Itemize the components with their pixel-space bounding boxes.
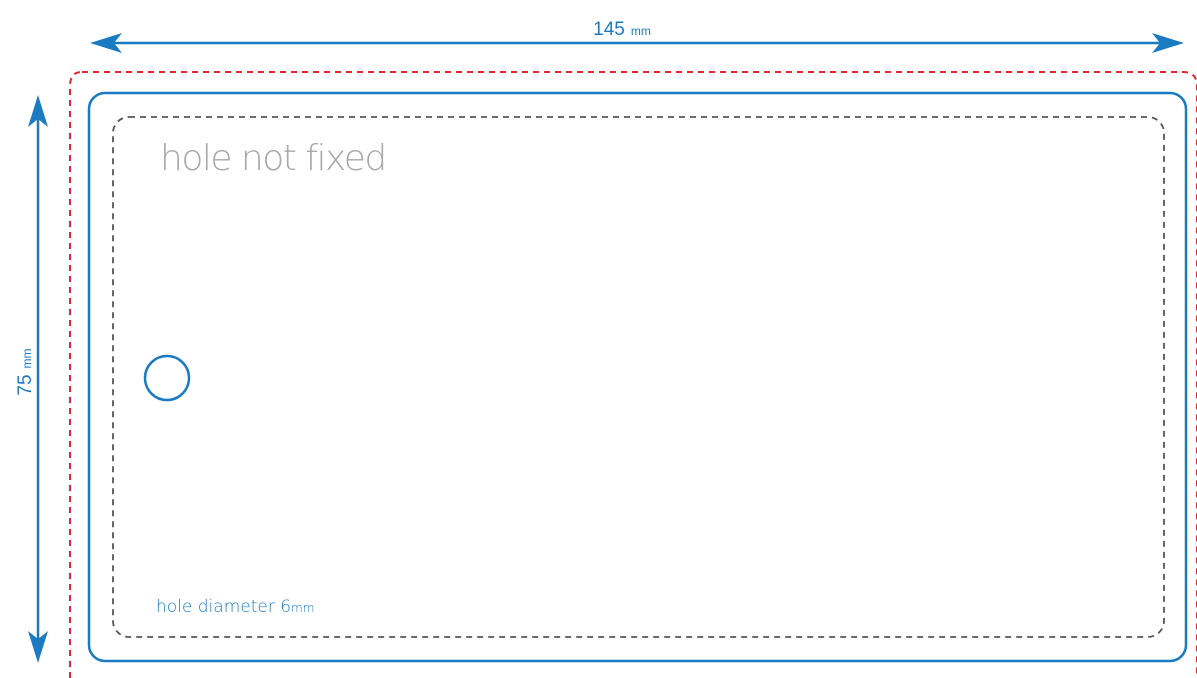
- hole-note: hole diameter 6mm: [156, 597, 314, 617]
- width-dimension-label: 145 mm: [593, 19, 651, 40]
- height-dimension-unit: mm: [20, 348, 34, 368]
- hole-note-unit: mm: [291, 601, 314, 615]
- width-dimension-value: 145: [593, 19, 625, 40]
- width-dimension-unit: mm: [631, 24, 651, 38]
- tag-diagram: 145 mm 75 mm hole not fixed hole diameter …: [15, 19, 1197, 678]
- hole-icon: [143, 354, 191, 402]
- safe-area-outline: [112, 116, 1165, 638]
- heading-text: hole not fixed: [160, 138, 386, 179]
- hole-note-text: hole diameter 6: [156, 597, 291, 617]
- height-dimension-value: 75: [15, 374, 36, 395]
- height-dimension-label: 75 mm: [15, 348, 36, 395]
